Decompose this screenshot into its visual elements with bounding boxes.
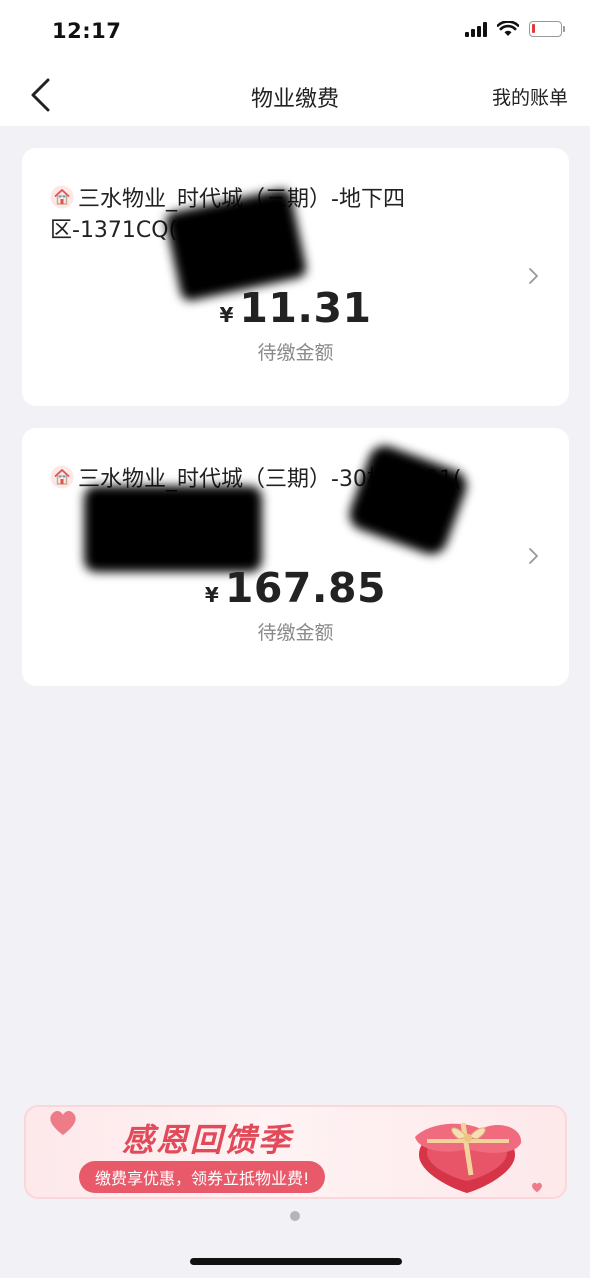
signal-icon xyxy=(465,21,487,37)
wifi-icon xyxy=(497,21,519,36)
chevron-right-icon xyxy=(529,548,538,564)
battery-level xyxy=(532,24,535,33)
redaction-mark xyxy=(345,441,471,559)
heart-icon xyxy=(50,1111,76,1135)
heart-icon xyxy=(532,1182,542,1193)
house-icon xyxy=(50,185,74,209)
house-icon xyxy=(50,465,74,489)
redaction-mark xyxy=(84,486,262,572)
battery-icon xyxy=(529,21,565,37)
bill-card[interactable]: 三水物业_时代城（三期）-30栋-1901( ¥167.85 待缴金额 xyxy=(22,428,569,686)
amount-row: ¥11.31 xyxy=(22,284,569,332)
home-indicator xyxy=(190,1258,402,1265)
amount-due: 167.85 xyxy=(224,564,387,612)
chevron-right-icon xyxy=(529,268,538,284)
amount-label: 待缴金额 xyxy=(257,622,334,644)
banner-subtitle: 缴费享优惠，领券立抵物业费! xyxy=(79,1161,326,1193)
currency-symbol: ¥ xyxy=(219,303,234,327)
currency-symbol: ¥ xyxy=(204,583,219,607)
amount-label: 待缴金额 xyxy=(257,342,334,364)
gift-box-icon xyxy=(415,1122,522,1193)
status-bar: 12:17 xyxy=(0,0,590,64)
banner-title: 感恩回馈季 xyxy=(122,1121,293,1159)
page-indicator-dot xyxy=(290,1211,300,1221)
amount-row: ¥167.85 xyxy=(22,564,569,612)
my-bills-link[interactable]: 我的账单 xyxy=(492,83,568,110)
status-time: 12:17 xyxy=(52,19,122,43)
bill-card[interactable]: 三水物业_时代城（三期）-地下四区-1371CQ( ¥11.31 待缴金额 xyxy=(22,148,569,406)
status-icons xyxy=(465,21,565,37)
promo-banner[interactable]: 感恩回馈季 缴费享优惠，领券立抵物业费! xyxy=(24,1105,567,1199)
amount-due: 11.31 xyxy=(239,284,372,332)
nav-bar: 物业缴费 我的账单 xyxy=(0,64,590,126)
